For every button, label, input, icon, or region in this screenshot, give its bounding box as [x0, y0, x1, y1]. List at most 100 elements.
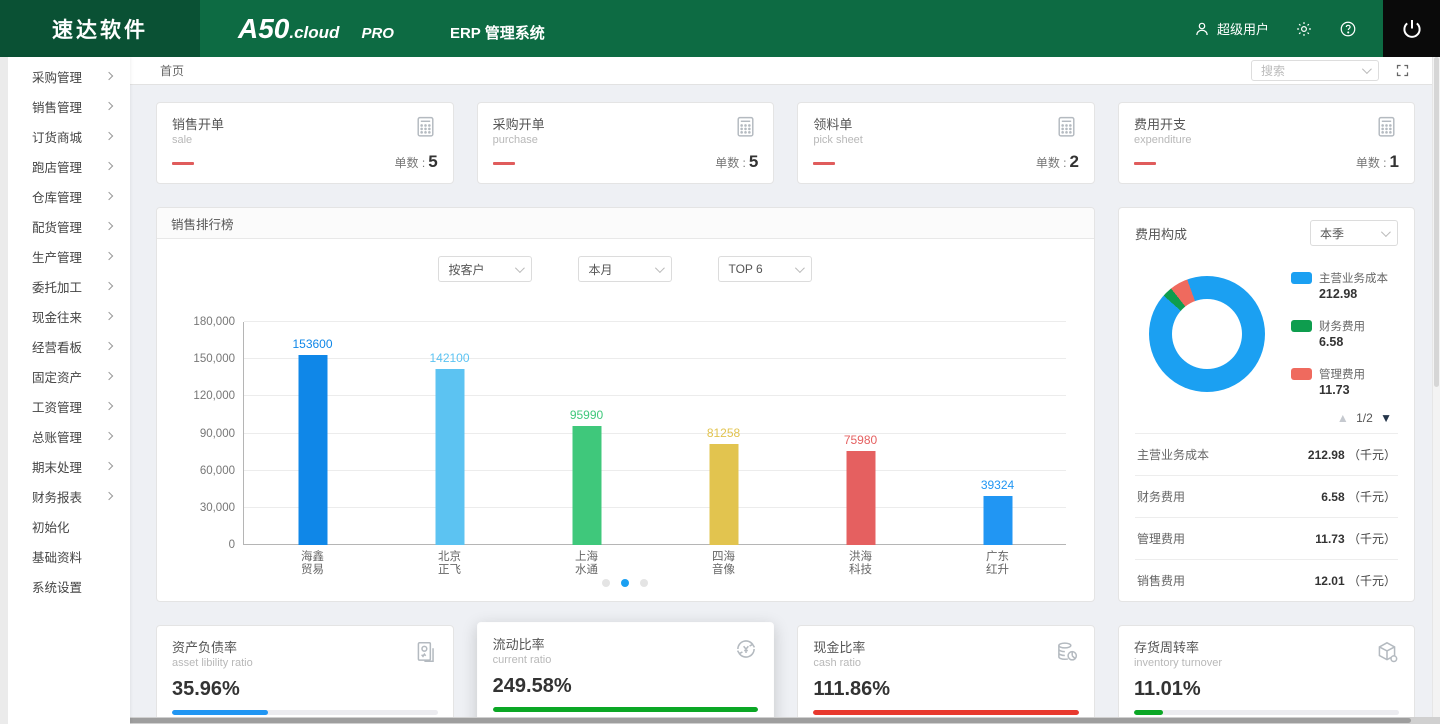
sidebar-item-label: 系统设置 — [32, 577, 82, 596]
power-icon — [1400, 17, 1424, 41]
carousel-dot[interactable] — [602, 579, 610, 587]
kpi-progress-fill — [1134, 710, 1163, 715]
kpi-progress-track — [1134, 710, 1399, 715]
sales-ranking-title: 销售排行榜 — [157, 208, 1094, 239]
sidebar-item[interactable]: 跑店管理 — [8, 151, 130, 181]
bar-slot: 39324 广东 红升 — [929, 322, 1066, 545]
kpi-subtitle: inventory turnover — [1134, 657, 1399, 669]
horizontal-scrollbar[interactable] — [0, 717, 1440, 724]
sidebar-item[interactable]: 销售管理 — [8, 91, 130, 121]
expense-row-label: 管理费用 — [1137, 530, 1185, 547]
sidebar-item[interactable]: 现金往来 — [8, 301, 130, 331]
user-menu[interactable]: 超级用户 — [1193, 19, 1269, 38]
kpi-value: 111.86% — [813, 678, 1079, 701]
legend-item: 财务费用 6.58 — [1291, 318, 1388, 349]
page-indicator: 1/2 — [1356, 411, 1373, 425]
header-main: A50 .cloud PRO ERP 管理系统 超级用户 — [200, 0, 1383, 57]
sidebar-item-label: 固定资产 — [32, 367, 82, 386]
expense-row-label: 财务费用 — [1137, 488, 1185, 505]
expense-row-label: 销售费用 — [1137, 572, 1185, 589]
chevron-down-icon — [1362, 64, 1372, 74]
sidebar-item[interactable]: 期末处理 — [8, 451, 130, 481]
stat-card[interactable]: 销售开单 sale 单数 :5 — [156, 102, 454, 184]
sidebar-item[interactable]: 财务报表 — [8, 481, 130, 511]
kpi-card[interactable]: 流动比率 current ratio 249.58% — [477, 622, 775, 724]
vertical-scrollbar-thumb[interactable] — [1434, 57, 1439, 387]
product-brand: A50 .cloud PRO ERP 管理系统 — [238, 13, 545, 45]
chevron-right-icon — [105, 102, 113, 110]
legend-label: 财务费用 — [1319, 318, 1365, 334]
stat-card-subtitle: expenditure — [1134, 134, 1192, 146]
breadcrumb[interactable]: 首页 — [160, 62, 184, 79]
sidebar-item[interactable]: 工资管理 — [8, 391, 130, 421]
search-input[interactable]: 搜索 — [1251, 60, 1379, 81]
carousel-dots — [157, 579, 1094, 587]
cube-icon — [1374, 639, 1400, 670]
stat-count-label: 单数 : — [1036, 156, 1067, 170]
bar — [983, 496, 1012, 545]
stat-count: 单数 :5 — [395, 152, 438, 172]
vertical-scrollbar[interactable] — [1432, 57, 1440, 717]
sidebar-item[interactable]: 委托加工 — [8, 271, 130, 301]
stat-card-title: 费用开支 — [1134, 114, 1192, 133]
bar-category-label: 海鑫 贸易 — [301, 551, 324, 577]
period-select[interactable]: 本季 — [1310, 220, 1398, 246]
bar-value-label: 142100 — [429, 351, 469, 365]
page-up-icon[interactable]: ▲ — [1337, 411, 1349, 425]
chart-filter-select[interactable]: 本月 — [578, 256, 672, 282]
chevron-right-icon — [105, 312, 113, 320]
bar-value-label: 39324 — [981, 478, 1014, 492]
kpi-card[interactable]: 资产负债率 asset libility ratio 35.96% — [156, 625, 454, 724]
help-icon[interactable] — [1339, 20, 1357, 38]
sidebar-item[interactable]: 仓库管理 — [8, 181, 130, 211]
company-logo-text: 速达软件 — [52, 14, 148, 44]
carousel-dot[interactable] — [640, 579, 648, 587]
horizontal-scrollbar-thumb[interactable] — [0, 718, 1411, 723]
sidebar-item[interactable]: 配货管理 — [8, 211, 130, 241]
sidebar-item-label: 生产管理 — [32, 247, 82, 266]
chevron-right-icon — [105, 492, 113, 500]
chevron-right-icon — [105, 72, 113, 80]
sidebar-item[interactable]: 经营看板 — [8, 331, 130, 361]
stat-card-subtitle: purchase — [493, 134, 545, 146]
legend-label: 主营业务成本 — [1319, 270, 1388, 286]
sidebar-item[interactable]: 初始化 — [8, 511, 130, 541]
kpi-card[interactable]: 存货周转率 inventory turnover 11.01% — [1118, 625, 1415, 724]
bar — [709, 444, 738, 545]
sidebar-item[interactable]: 总账管理 — [8, 421, 130, 451]
fullscreen-icon[interactable] — [1395, 63, 1410, 78]
kpi-card[interactable]: 现金比率 cash ratio 111.86% — [797, 625, 1095, 724]
stat-count-value: 2 — [1070, 152, 1079, 171]
sidebar-item[interactable]: 系统设置 — [8, 571, 130, 601]
calculator-icon — [1374, 114, 1399, 146]
chart-filter-select[interactable]: 按客户 — [438, 256, 532, 282]
header-actions: 超级用户 — [1193, 19, 1357, 38]
settings-gear-icon[interactable] — [1295, 20, 1313, 38]
refresh-coin-icon — [733, 636, 759, 667]
chevron-right-icon — [105, 342, 113, 350]
sidebar-item[interactable]: 生产管理 — [8, 241, 130, 271]
expense-row: 财务费用 6.58 （千元） — [1135, 475, 1398, 517]
stat-count-label: 单数 : — [395, 156, 426, 170]
expense-panel-title: 费用构成 — [1135, 224, 1187, 243]
sidebar-item[interactable]: 采购管理 — [8, 61, 130, 91]
sidebar-item[interactable]: 基础资料 — [8, 541, 130, 571]
chart-filter-select[interactable]: TOP 6 — [718, 256, 812, 282]
expense-row-unit: （千元） — [1348, 532, 1396, 546]
kpi-title: 现金比率 — [813, 637, 1079, 656]
carousel-dot-active[interactable] — [621, 579, 629, 587]
company-logo: 速达软件 — [0, 0, 200, 57]
logout-button[interactable] — [1383, 0, 1440, 57]
sidebar-scrollbar[interactable] — [0, 57, 8, 724]
stat-card[interactable]: 领料单 pick sheet 单数 :2 — [797, 102, 1095, 184]
stat-count: 单数 :2 — [1036, 152, 1079, 172]
sidebar-item-label: 现金往来 — [32, 307, 82, 326]
stat-card[interactable]: 费用开支 expenditure 单数 :1 — [1118, 102, 1415, 184]
sidebar-item[interactable]: 固定资产 — [8, 361, 130, 391]
sidebar-item-label: 财务报表 — [32, 487, 82, 506]
sidebar-item-label: 委托加工 — [32, 277, 82, 296]
sidebar-item[interactable]: 订货商城 — [8, 121, 130, 151]
stat-card[interactable]: 采购开单 purchase 单数 :5 — [477, 102, 775, 184]
bar-slot: 95990 上海 水通 — [518, 322, 655, 545]
page-down-icon[interactable]: ▼ — [1380, 411, 1392, 425]
